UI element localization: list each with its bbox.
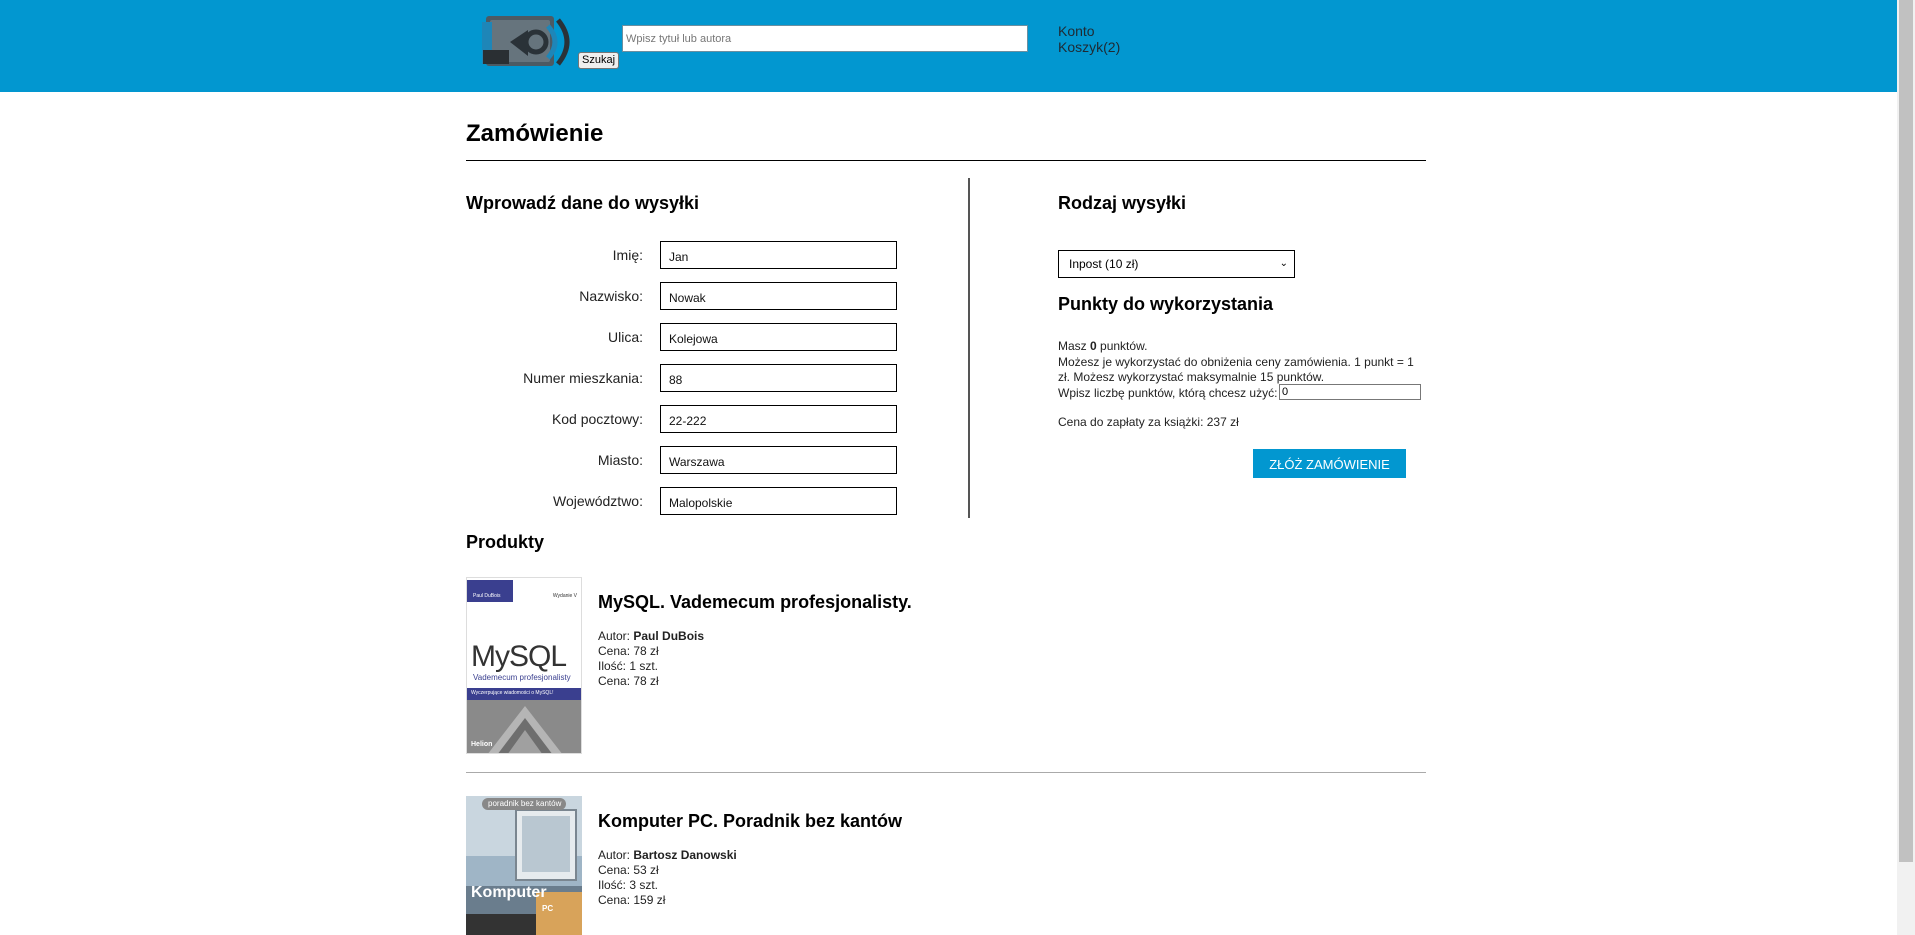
cover-big-title: MySQL [471,640,567,673]
postal-code-field[interactable] [660,405,897,433]
cover-badge: PC [542,904,554,913]
cart-link[interactable]: Koszyk(2) [1058,39,1120,55]
product-meta: Autor: Paul DuBois Cena: 78 zł Ilość: 1 … [598,629,704,689]
points-balance: Masz 0 punktów. [1058,339,1148,353]
page-title: Zamówienie [466,120,604,147]
first-name-label: Imię: [612,247,643,263]
last-name-field[interactable] [660,282,897,310]
postal-code-label: Kod pocztowy: [551,411,643,427]
last-name-label: Nazwisko: [579,288,643,304]
points-info-text: Możesz je wykorzystać do obniżenia ceny … [1058,354,1414,385]
product-author: Autor: Paul DuBois [598,629,705,643]
product-total: Cena: 78 zł [598,674,659,688]
search-input[interactable] [622,25,1028,52]
voivodeship-field[interactable] [660,487,897,515]
points-balance-value: 0 [1090,339,1097,353]
product-meta: Autor: Bartosz Danowski Cena: 53 zł Iloś… [598,848,737,908]
price-total: Cena do zapłaty za książki: 237 zł [1058,415,1239,429]
chevron-down-icon: ⌄ [1279,258,1288,269]
column-divider [968,178,970,518]
shipping-form-heading: Wprowadź dane do wysyłki [466,193,700,213]
shipping-type-select[interactable]: Inpost (10 zł) ⌄ [1058,250,1295,278]
street-field[interactable] [660,323,897,351]
cover-edition: Wydanie V [552,593,577,599]
shipping-type-heading: Rodzaj wysyłki [1058,193,1187,213]
product-cover-image[interactable]: poradnik bez kantów Komputer PC [466,796,582,935]
cover-subtitle: Vademecum profesjonalisty [473,673,571,682]
site-logo[interactable] [480,12,592,70]
product-total: Cena: 159 zł [598,893,666,907]
city-field[interactable] [660,446,897,474]
account-link[interactable]: Konto [1058,23,1095,39]
place-order-button[interactable]: ZŁÓŻ ZAMÓWIENIE [1253,449,1406,478]
cover-big-title: Komputer [471,884,547,901]
product-divider [466,772,1426,773]
product-quantity: Ilość: 3 szt. [598,878,659,892]
street-label: Ulica: [607,329,643,345]
cover-band-text: Wyczerpujące wiadomości o MySQL! [471,690,554,696]
scrollbar-thumb[interactable] [1899,0,1913,862]
product-title[interactable]: MySQL. Vademecum profesjonalisty. [598,592,912,613]
products-heading: Produkty [466,532,545,552]
cover-publisher: Helion [471,741,493,748]
product-cover-image[interactable]: Paul DuBois Wydanie V MySQL Vademecum pr… [466,577,582,754]
product-title[interactable]: Komputer PC. Poradnik bez kantów [598,811,902,832]
city-label: Miasto: [597,452,643,468]
cover-author-tag: Paul DuBois [473,593,501,599]
search-button[interactable]: Szukaj [578,52,620,69]
title-divider [466,160,1426,161]
first-name-field[interactable] [660,241,897,269]
apartment-number-label: Numer mieszkania: [523,370,643,386]
points-input[interactable] [1279,384,1421,400]
product-quantity: Ilość: 1 szt. [598,659,659,673]
shipping-type-selected: Inpost (10 zł) [1069,257,1139,271]
product-author: Autor: Bartosz Danowski [598,848,737,862]
cover-tag: poradnik bez kantów [488,799,562,808]
product-price: Cena: 53 zł [598,863,659,877]
apartment-number-field[interactable] [660,364,897,392]
points-heading: Punkty do wykorzystania [1058,294,1274,314]
voivodeship-label: Województwo: [552,493,643,509]
product-price: Cena: 78 zł [598,644,659,658]
